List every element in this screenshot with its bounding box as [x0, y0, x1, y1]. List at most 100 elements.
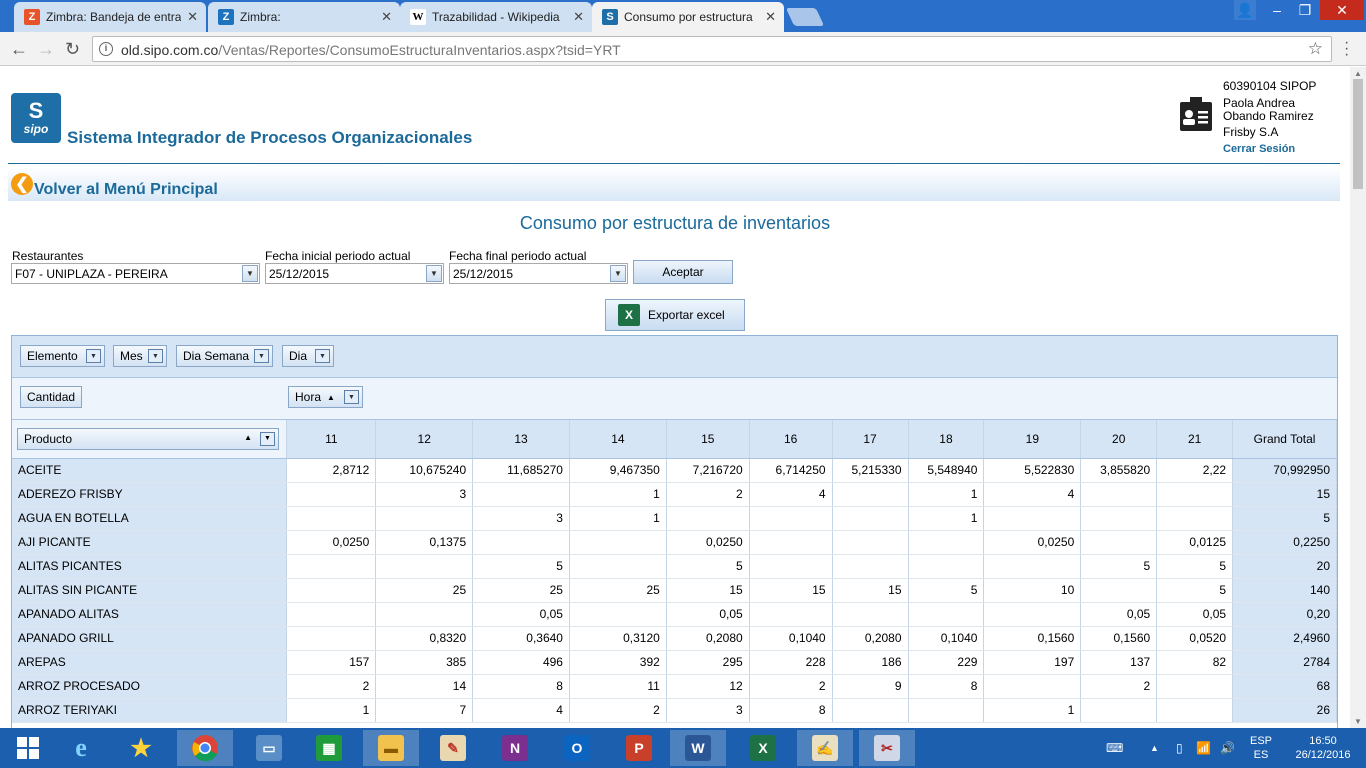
product-name-cell: AREPAS	[12, 650, 288, 675]
pivot-body: ACEITE 2,8712 10,675240 11,685270 9,467350 7,…	[12, 458, 1337, 723]
address-bar[interactable]: i old.sipo.com.co/Ventas/Reportes/Consum…	[92, 36, 1332, 62]
end-date-picker[interactable]: 25/12/2015 ▼	[449, 263, 628, 284]
accept-button[interactable]: Aceptar	[633, 260, 733, 284]
value-cell: 0,1560	[1080, 626, 1158, 651]
tray-expand-icon[interactable]: ▲	[1150, 728, 1159, 768]
value-cell	[1080, 698, 1158, 723]
chevron-down-icon[interactable]: ▼	[242, 265, 258, 282]
remote-desktop-icon[interactable]: ▭	[241, 730, 297, 766]
value-cell: 5	[1156, 554, 1234, 579]
onenote-icon[interactable]: N	[487, 730, 543, 766]
value-cell: 197	[983, 650, 1082, 675]
chevron-down-icon[interactable]: ▼	[610, 265, 626, 282]
language-indicator[interactable]: ESP ES	[1246, 734, 1276, 762]
value-cell: 14	[375, 674, 474, 699]
export-excel-button[interactable]: X Exportar excel	[605, 299, 745, 331]
back-arrow-icon[interactable]: ❮	[11, 173, 33, 195]
store-icon[interactable]: ▦	[301, 730, 357, 766]
new-tab-button[interactable]	[785, 8, 825, 26]
field-dia[interactable]: Dia ▼	[282, 345, 334, 367]
tab-wikipedia[interactable]: W Trazabilidad - Wikipedia ✕	[400, 2, 592, 32]
field-mes[interactable]: Mes ▼	[113, 345, 167, 367]
scrollbar-thumb[interactable]	[1353, 79, 1363, 189]
keyboard-icon[interactable]: ⌨	[1106, 728, 1123, 768]
scroll-down-icon[interactable]: ▼	[1354, 717, 1362, 726]
browser-menu-icon[interactable]: · · ·	[1344, 35, 1349, 63]
scroll-up-icon[interactable]: ▲	[1354, 69, 1362, 78]
tab-zimbra-inbox[interactable]: Z Zimbra: Bandeja de entra ✕	[14, 2, 206, 32]
chevron-down-icon[interactable]: ▼	[254, 349, 269, 363]
star-app-icon[interactable]: ★	[113, 730, 169, 766]
hour-column-header: 18	[908, 420, 985, 459]
field-dia-semana[interactable]: Dia Semana ▼	[176, 345, 273, 367]
back-arrow-icon[interactable]: ←	[10, 39, 28, 59]
reload-icon[interactable]: ↻	[65, 39, 80, 59]
volume-icon[interactable]: 🔊	[1220, 728, 1235, 768]
tab-consumo[interactable]: S Consumo por estructura ✕	[592, 2, 784, 32]
start-date-picker[interactable]: 25/12/2015 ▼	[265, 263, 444, 284]
forward-arrow-icon[interactable]: →	[37, 39, 55, 59]
restore-button[interactable]: ❐	[1292, 0, 1318, 20]
bookmark-star-icon[interactable]: ☆	[1308, 39, 1323, 59]
chevron-down-icon[interactable]: ▼	[344, 390, 359, 404]
restaurant-select[interactable]: F07 - UNIPLAZA - PEREIRA ▼	[11, 263, 260, 284]
close-window-button[interactable]: ✕	[1320, 0, 1364, 20]
field-cantidad[interactable]: Cantidad	[20, 386, 82, 408]
profile-icon[interactable]: 👤	[1234, 0, 1256, 20]
close-icon[interactable]: ✕	[573, 9, 584, 25]
end-date-value: 25/12/2015	[453, 267, 514, 281]
excel-icon[interactable]: X	[735, 730, 791, 766]
value-cell	[908, 698, 985, 723]
file-explorer-icon[interactable]: ▬	[363, 730, 419, 766]
snipping-tool-icon[interactable]: ✂	[859, 730, 915, 766]
value-cell	[286, 506, 377, 531]
field-elemento[interactable]: Elemento ▼	[20, 345, 105, 367]
start-date-label: Fecha inicial periodo actual	[265, 249, 411, 263]
value-cell: 0,05	[1156, 602, 1234, 627]
product-name-cell: ALITAS PICANTES	[12, 554, 288, 579]
close-icon[interactable]: ✕	[765, 9, 776, 25]
chevron-down-icon[interactable]: ▼	[86, 349, 101, 363]
windows-logo-icon	[17, 737, 39, 759]
outlook-icon[interactable]: O	[549, 730, 605, 766]
value-cell: 10	[983, 578, 1082, 603]
chrome-icon[interactable]	[177, 730, 233, 766]
value-cell: 3	[472, 506, 570, 531]
close-icon[interactable]: ✕	[381, 9, 392, 25]
table-row: AREPAS 157 385 496 392 295 228 186 229 197 137 82 27…	[12, 650, 1337, 675]
value-cell: 5	[472, 554, 570, 579]
minimize-button[interactable]: –	[1264, 0, 1290, 20]
network-icon[interactable]: 📶	[1196, 728, 1211, 768]
logo-mark: S	[28, 98, 44, 123]
system-clock[interactable]: 16:50 26/12/2016	[1288, 734, 1358, 762]
chevron-down-icon[interactable]: ▼	[260, 431, 275, 446]
value-cell	[569, 530, 667, 555]
hour-column-header: 15	[666, 420, 750, 459]
sort-up-icon[interactable]: ▲	[327, 393, 335, 402]
sort-up-icon[interactable]: ▲	[244, 433, 252, 442]
value-cell	[832, 482, 909, 507]
info-icon[interactable]: i	[99, 42, 113, 56]
browser-tab-strip: Z Zimbra: Bandeja de entra ✕ Z Zimbra: ✕…	[0, 0, 1366, 32]
close-icon[interactable]: ✕	[187, 9, 198, 25]
page-scrollbar[interactable]: ▲ ▼	[1350, 67, 1366, 728]
chevron-down-icon[interactable]: ▼	[148, 349, 163, 363]
powerpoint-icon[interactable]: P	[611, 730, 667, 766]
value-cell: 0,2080	[666, 626, 750, 651]
notepad-app-icon[interactable]: ✍	[797, 730, 853, 766]
word-icon[interactable]: W	[670, 730, 726, 766]
windows-start-icon[interactable]	[0, 730, 56, 766]
back-to-menu-link[interactable]: Volver al Menú Principal	[34, 181, 218, 199]
chevron-down-icon[interactable]: ▼	[426, 265, 442, 282]
chevron-down-icon[interactable]: ▼	[315, 349, 330, 363]
tab-zimbra[interactable]: Z Zimbra: ✕	[208, 2, 400, 32]
value-cell	[749, 530, 833, 555]
field-label: Mes	[120, 349, 143, 363]
internet-explorer-icon[interactable]: e	[53, 730, 109, 766]
field-hora[interactable]: Hora ▲ ▼	[288, 386, 363, 408]
paint-icon[interactable]: ✎	[425, 730, 481, 766]
value-cell: 0,0250	[983, 530, 1082, 555]
logout-link[interactable]: Cerrar Sesión	[1223, 143, 1295, 155]
field-producto[interactable]: Producto ▲ ▼	[17, 427, 279, 450]
battery-icon[interactable]: ▯	[1176, 728, 1183, 768]
